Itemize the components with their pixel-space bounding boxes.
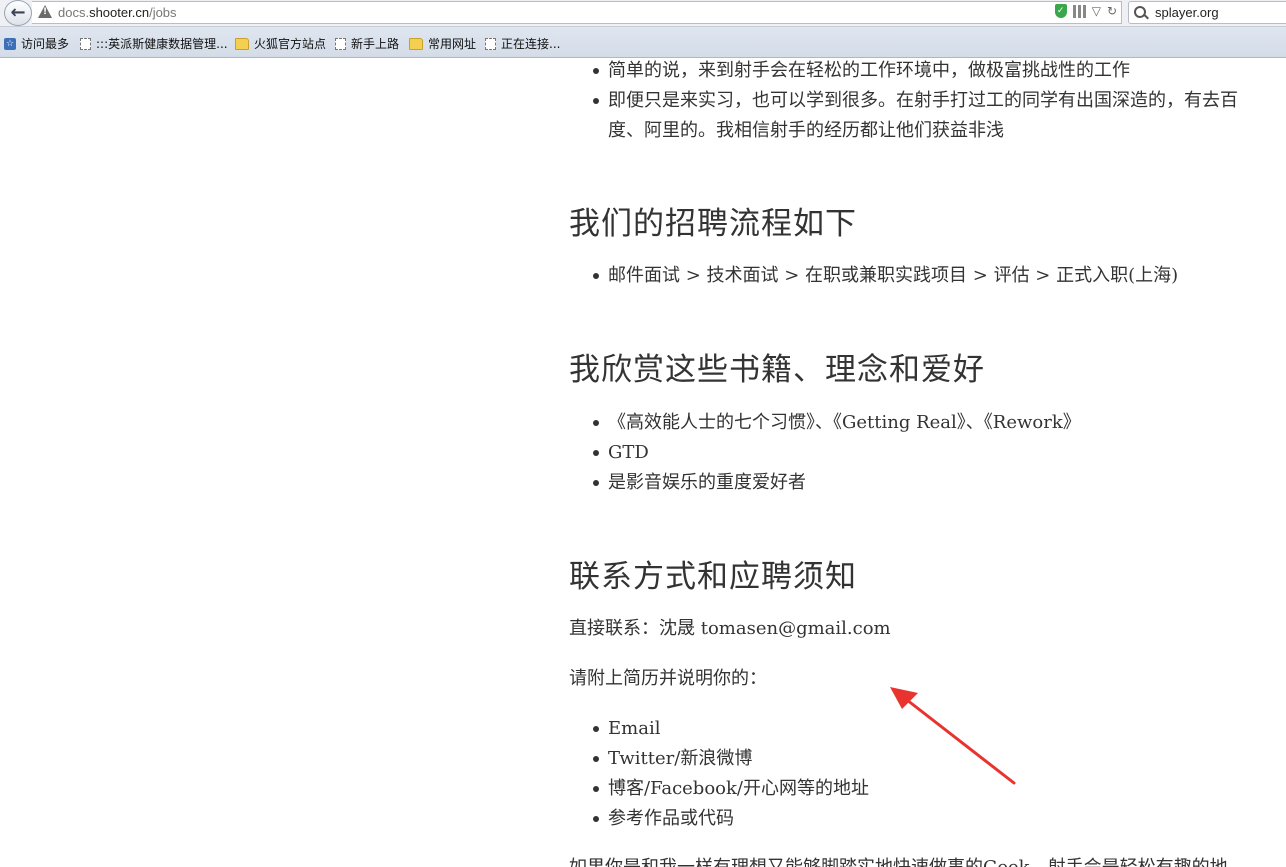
reload-icon[interactable]: ↻ xyxy=(1107,4,1117,18)
shield-icon[interactable]: ✓ xyxy=(1054,4,1067,18)
list-item: 参考作品或代码 xyxy=(569,804,1286,834)
folder-icon xyxy=(235,37,249,50)
bookmark-most-visited[interactable]: ☆ 访问最多 xyxy=(4,35,69,52)
qr-code-icon[interactable] xyxy=(1072,4,1086,18)
bookmark-common-sites[interactable]: 常用网址 xyxy=(409,35,476,52)
url-bar[interactable]: docs.shooter.cn/jobs ✓ ▽ ↻ xyxy=(32,1,1122,24)
bookmark-connecting[interactable]: 正在连接... xyxy=(485,35,560,52)
list-item: 是影音娱乐的重度爱好者 xyxy=(569,468,1286,498)
bookmark-inpex[interactable]: :::英派斯健康数据管理... xyxy=(80,35,228,52)
bookmark-label: :::英派斯健康数据管理... xyxy=(96,37,228,51)
intro-list: 简单的说，来到射手会在轻松的工作环境中，做极富挑战性的工作 即便只是来实习，也可… xyxy=(569,58,1286,146)
address-row: ← docs.shooter.cn/jobs ✓ ▽ ↻ splayer.org xyxy=(0,0,1286,27)
bookmark-label: 常用网址 xyxy=(428,37,477,51)
books-heading: 我欣赏这些书籍、理念和爱好 xyxy=(569,352,985,388)
folder-icon xyxy=(409,37,423,50)
contact-footer-text: 如果你是和我一样有理想又能够脚踏实地快速做事的Geek，射手会是轻松有趣的地 xyxy=(569,853,1228,867)
dropdown-arrow-icon[interactable]: ▽ xyxy=(1092,4,1101,18)
bookmark-label: 正在连接... xyxy=(501,37,561,51)
bookmark-label: 访问最多 xyxy=(21,37,70,51)
search-icon xyxy=(1134,6,1146,18)
annotation-arrow-icon xyxy=(890,687,1016,785)
url-text: docs.shooter.cn/jobs xyxy=(58,5,177,20)
bookmark-label: 火狐官方站点 xyxy=(254,37,327,51)
contact-attach-note: 请附上简历并说明你的： xyxy=(569,668,767,689)
list-item: 《高效能人士的七个习惯》、《Getting Real》、《Rework》 xyxy=(569,408,1286,438)
contact-direct: 直接联系：沈晟 tomasen@gmail.com xyxy=(569,618,891,639)
list-item-continuation: 度、阿里的。我相信射手的经历都让他们获益非浅 xyxy=(608,120,1004,141)
list-item: 邮件面试 > 技术面试 > 在职或兼职实践项目 > 评估 > 正式入职(上海) xyxy=(569,261,1286,291)
contact-heading: 联系方式和应聘须知 xyxy=(569,559,857,595)
page-icon xyxy=(485,37,496,50)
search-input[interactable]: splayer.org xyxy=(1128,1,1286,24)
bookmark-star-icon: ☆ xyxy=(4,37,16,50)
bookmarks-bar: ☆ 访问最多 :::英派斯健康数据管理... 火狐官方站点 新手上路 常用网址 … xyxy=(0,27,1286,58)
list-item: 简单的说，来到射手会在轻松的工作环境中，做极富挑战性的工作 xyxy=(569,58,1286,86)
books-list: 《高效能人士的七个习惯》、《Getting Real》、《Rework》 GTD… xyxy=(569,408,1286,498)
page-icon xyxy=(80,37,91,50)
process-heading: 我们的招聘流程如下 xyxy=(569,206,857,242)
back-button[interactable]: ← xyxy=(4,0,32,26)
search-value: splayer.org xyxy=(1155,5,1219,20)
bookmark-label: 新手上路 xyxy=(351,37,400,51)
list-item: GTD xyxy=(569,438,1286,468)
url-bar-icons: ✓ ▽ ↻ xyxy=(1054,4,1117,18)
back-arrow-icon: ← xyxy=(10,2,26,23)
site-warning-icon[interactable] xyxy=(38,5,52,18)
process-list: 邮件面试 > 技术面试 > 在职或兼职实践项目 > 评估 > 正式入职(上海) xyxy=(569,261,1286,291)
page-icon xyxy=(335,37,346,50)
bookmark-getting-started[interactable]: 新手上路 xyxy=(335,35,399,52)
list-item: 即便只是来实习，也可以学到很多。在射手打过工的同学有出国深造的，有去百 xyxy=(569,86,1286,116)
bookmark-firefox-official[interactable]: 火狐官方站点 xyxy=(235,35,326,52)
